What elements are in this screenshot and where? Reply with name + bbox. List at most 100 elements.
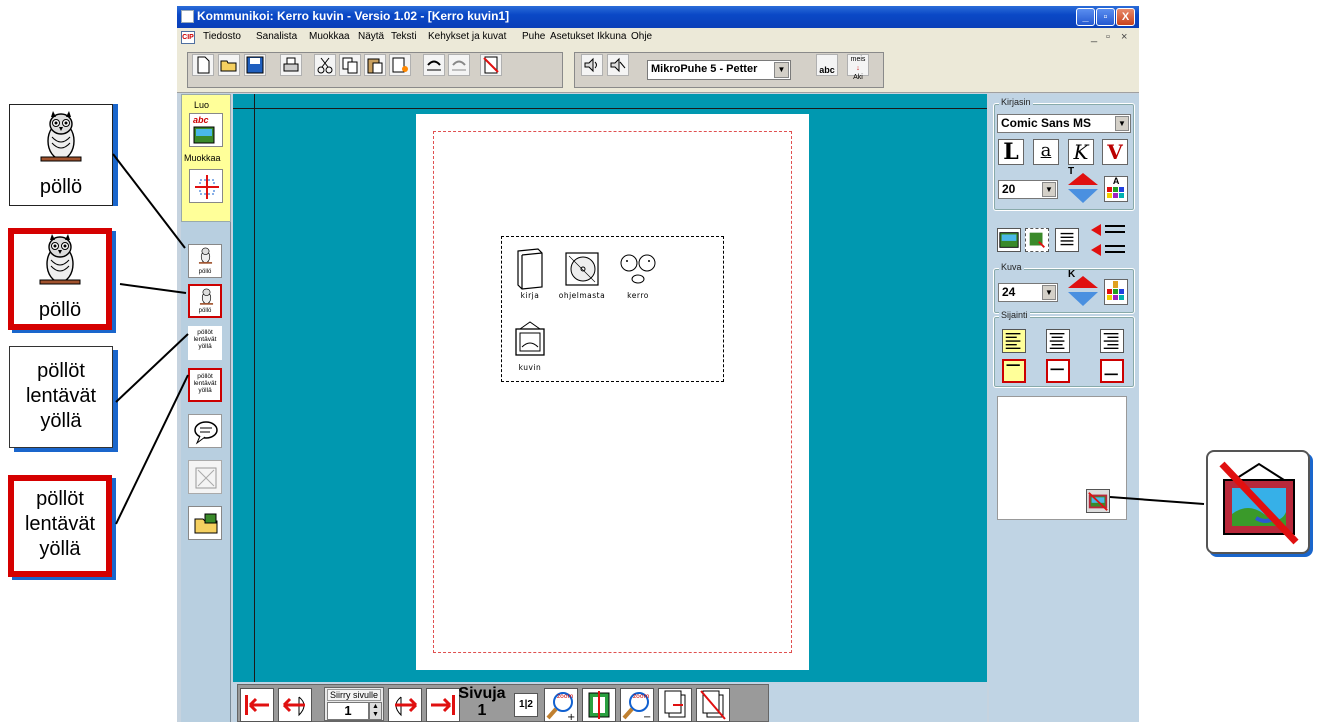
frame-select-icon[interactable] xyxy=(1025,228,1049,252)
meis-aki-icon[interactable]: meis ↓ Aki xyxy=(847,54,869,81)
save-icon[interactable] xyxy=(244,54,266,76)
paste-special-icon[interactable] xyxy=(389,54,411,76)
size-letter-t: T xyxy=(1068,166,1075,177)
close-button[interactable]: X xyxy=(1116,8,1135,26)
mdi-close-button[interactable]: × xyxy=(1121,31,1127,43)
align-center-icon[interactable] xyxy=(1046,329,1070,353)
first-page-button[interactable] xyxy=(240,688,274,722)
create-text-image-button[interactable]: abc xyxy=(189,113,223,147)
owl-symbol-button[interactable]: pöllö xyxy=(188,244,222,278)
add-page-icon[interactable] xyxy=(658,688,692,722)
text-size-arrows-icon[interactable]: T xyxy=(1066,166,1100,205)
symbol-ohjelmasta[interactable]: ohjelmasta xyxy=(558,247,606,300)
menu-puhe[interactable]: Puhe xyxy=(522,31,545,42)
speaker-icon[interactable] xyxy=(581,54,603,76)
mdi-minimize-button[interactable]: _ xyxy=(1091,31,1097,43)
zoom-out-icon[interactable]: zoom − xyxy=(620,688,654,722)
text-color-palette-icon[interactable]: A xyxy=(1104,176,1128,202)
chevron-down-icon[interactable]: ▼ xyxy=(774,62,789,78)
menu-teksti[interactable]: Teksti xyxy=(391,31,417,42)
text-line: pöllöt xyxy=(197,329,213,336)
open-folder-icon[interactable] xyxy=(218,54,240,76)
book-icon xyxy=(517,248,543,290)
owl-symbol-selected-button[interactable]: pöllö xyxy=(188,284,222,318)
redo-icon[interactable] xyxy=(448,54,470,76)
image-color-palette-icon[interactable] xyxy=(1104,279,1128,305)
edit-frame-button[interactable] xyxy=(189,169,223,203)
symbol-kerro[interactable]: kerro xyxy=(614,247,662,300)
spellcheck-icon[interactable]: abc xyxy=(816,54,838,76)
zoom-in-icon[interactable]: zoom + xyxy=(544,688,578,722)
image-size-select[interactable]: 24 ▼ xyxy=(998,283,1058,302)
no-image-icon[interactable] xyxy=(1086,489,1110,513)
next-page-button[interactable] xyxy=(388,688,422,722)
maximize-button[interactable]: ▫ xyxy=(1096,8,1115,26)
voice-select[interactable]: MikroPuhe 5 - Petter ▼ xyxy=(647,60,791,80)
chevron-down-icon[interactable]: ▼ xyxy=(1115,116,1129,131)
page-spinner[interactable]: ▲ ▼ xyxy=(369,702,382,720)
delete-page-icon[interactable] xyxy=(480,54,502,76)
mdi-restore-button[interactable]: ▫ xyxy=(1106,31,1110,43)
valign-bottom-icon[interactable] xyxy=(1100,359,1124,383)
symbol-label: kuvin xyxy=(518,363,542,372)
page-margin xyxy=(433,131,792,653)
list-icon[interactable] xyxy=(1055,228,1079,252)
menu-muokkaa[interactable]: Muokkaa xyxy=(309,31,350,42)
speaker-stop-icon[interactable] xyxy=(607,54,629,76)
valign-top-icon[interactable] xyxy=(1002,359,1026,383)
fit-page-icon[interactable] xyxy=(582,688,616,722)
font-size-select[interactable]: 20 ▼ xyxy=(998,180,1058,199)
valign-middle-icon[interactable] xyxy=(1046,359,1070,383)
new-document-icon[interactable] xyxy=(192,54,214,76)
menu-nayta[interactable]: Näytä xyxy=(358,31,384,42)
menu-ohje[interactable]: Ohje xyxy=(631,31,652,42)
last-page-button[interactable] xyxy=(426,688,460,722)
symbol-kuvin[interactable]: kuvin xyxy=(506,319,554,372)
menu-asetukset[interactable]: Asetukset xyxy=(550,31,594,42)
frame-picture-icon[interactable] xyxy=(997,228,1021,252)
document-page[interactable]: kirja ohjelmasta kerro kuvin xyxy=(416,114,809,670)
style-bold-button[interactable]: L xyxy=(998,139,1024,165)
cut-icon[interactable] xyxy=(314,54,336,76)
app-icon xyxy=(181,10,194,23)
print-icon[interactable] xyxy=(280,54,302,76)
document-icon[interactable]: CIP xyxy=(181,31,195,44)
align-right-icon[interactable] xyxy=(1100,329,1124,353)
minimize-button[interactable]: _ xyxy=(1076,8,1095,26)
style-color-button[interactable]: V xyxy=(1102,139,1128,165)
chevron-down-icon[interactable]: ▼ xyxy=(1042,182,1056,197)
menu-tiedosto[interactable]: Tiedosto xyxy=(203,31,241,42)
delete-page-icon[interactable] xyxy=(696,688,730,722)
font-group: Kirjasin Comic Sans MS ▼ L a K V 20 ▼ T … xyxy=(993,97,1135,211)
two-page-view-button[interactable]: 1|2 xyxy=(514,693,538,717)
page-number-input[interactable]: 1 xyxy=(327,702,369,720)
speech-bubble-button[interactable] xyxy=(188,414,222,448)
image-size-arrows-icon[interactable]: K xyxy=(1066,269,1100,310)
paste-icon[interactable] xyxy=(364,54,386,76)
align-left-icon[interactable] xyxy=(1002,329,1026,353)
text-symbol-selected-button[interactable]: pöllöt lentävät yöllä xyxy=(188,368,222,402)
title-bar[interactable]: Kommunikoi: Kerro kuvin - Versio 1.02 - … xyxy=(177,6,1139,28)
picture-icon xyxy=(515,321,545,356)
text-line: lentävät xyxy=(193,336,217,343)
symbol-frame[interactable]: kirja ohjelmasta kerro kuvin xyxy=(501,236,724,382)
owl-caption: pöllö xyxy=(198,269,212,275)
undo-icon[interactable] xyxy=(423,54,445,76)
fit-frame-button[interactable] xyxy=(188,460,222,494)
indent-arrows-icon[interactable] xyxy=(1087,222,1127,258)
open-image-folder-button[interactable] xyxy=(188,506,222,540)
menu-sanalista[interactable]: Sanalista xyxy=(256,31,297,42)
svg-text:−: − xyxy=(643,712,651,721)
style-underline-label: a xyxy=(1040,140,1052,161)
copy-icon[interactable] xyxy=(339,54,361,76)
menu-kehykset[interactable]: Kehykset ja kuvat xyxy=(428,31,506,42)
chevron-down-icon[interactable]: ▼ xyxy=(1042,285,1056,300)
style-underline-button[interactable]: a xyxy=(1033,139,1059,165)
previous-page-button[interactable] xyxy=(278,688,312,722)
svg-text:zoom: zoom xyxy=(557,693,573,700)
font-select[interactable]: Comic Sans MS ▼ xyxy=(997,114,1131,133)
style-italic-button[interactable]: K xyxy=(1068,139,1094,165)
menu-ikkuna[interactable]: Ikkuna xyxy=(597,31,626,42)
symbol-kirja[interactable]: kirja xyxy=(506,247,554,300)
text-symbol-button[interactable]: pöllöt lentävät yöllä xyxy=(188,326,222,360)
